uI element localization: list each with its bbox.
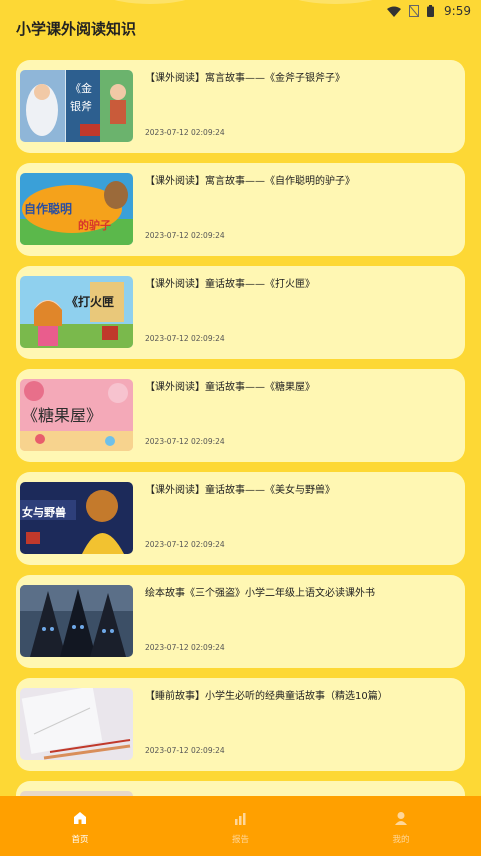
wifi-icon (387, 6, 402, 17)
svg-text:《金: 《金 (70, 81, 92, 95)
page-title: 小学课外阅读知识 (16, 20, 137, 38)
article-title: 【课外阅读】童话故事——《打火匣》 (145, 279, 315, 290)
article-thumbnail (20, 585, 133, 657)
article-title: 【课外阅读】寓言故事——《自作聪明的驴子》 (145, 176, 355, 187)
svg-text:的驴子: 的驴子 (78, 218, 111, 232)
tab-report[interactable]: 报告 (161, 796, 321, 856)
article-thumbnail: 女与野兽 (20, 482, 133, 554)
svg-text:《糖果屋》: 《糖果屋》 (22, 406, 102, 425)
article-date: 2023-07-12 02:09:24 (145, 643, 225, 652)
article-title: 绘本故事《三个强盗》小学二年级上语文必读课外书 (145, 588, 375, 599)
article-card[interactable]: 【睡前故事】小学生必听的经典童话故事（精选10篇） 2023-07-12 02:… (16, 678, 465, 771)
article-date: 2023-07-12 02:09:24 (145, 231, 225, 240)
user-icon (394, 810, 408, 829)
article-title: 【课外阅读】童话故事——《美女与野兽》 (145, 485, 335, 496)
article-thumbnail: 《糖果屋》 (20, 379, 133, 451)
article-date: 2023-07-12 02:09:24 (145, 437, 225, 446)
svg-text:《打火匣: 《打火匣 (66, 294, 114, 309)
chart-icon (234, 810, 248, 829)
status-time: 9:59 (444, 4, 471, 18)
tab-label: 我的 (392, 835, 410, 845)
signal-off-icon (409, 5, 420, 17)
article-list: 《金 银斧 【课外阅读】寓言故事——《金斧子银斧子》 2023-07-12 02… (16, 60, 465, 856)
article-card[interactable]: 自作聪明 的驴子 【课外阅读】寓言故事——《自作聪明的驴子》 2023-07-1… (16, 163, 465, 256)
article-thumbnail: 自作聪明 的驴子 (20, 173, 133, 245)
article-card[interactable]: 《金 银斧 【课外阅读】寓言故事——《金斧子银斧子》 2023-07-12 02… (16, 60, 465, 153)
article-date: 2023-07-12 02:09:24 (145, 334, 225, 343)
article-card[interactable]: 《打火匣 【课外阅读】童话故事——《打火匣》 2023-07-12 02:09:… (16, 266, 465, 359)
article-thumbnail (20, 688, 133, 760)
article-date: 2023-07-12 02:09:24 (145, 128, 225, 137)
battery-icon (427, 5, 435, 17)
article-title: 【课外阅读】寓言故事——《金斧子银斧子》 (145, 73, 345, 84)
tab-home[interactable]: 首页 (0, 796, 160, 856)
article-date: 2023-07-12 02:09:24 (145, 746, 225, 755)
article-date: 2023-07-12 02:09:24 (145, 540, 225, 549)
tab-label: 首页 (71, 835, 89, 845)
bottom-tab-bar: 首页 报告 我的 (0, 796, 481, 856)
article-card[interactable]: 女与野兽 【课外阅读】童话故事——《美女与野兽》 2023-07-12 02:0… (16, 472, 465, 565)
tab-profile[interactable]: 我的 (321, 796, 481, 856)
article-thumbnail: 《打火匣 (20, 276, 133, 348)
article-card[interactable]: 绘本故事《三个强盗》小学二年级上语文必读课外书 2023-07-12 02:09… (16, 575, 465, 668)
home-icon (73, 810, 87, 829)
article-thumbnail: 《金 银斧 (20, 70, 133, 142)
svg-text:银斧: 银斧 (70, 99, 92, 113)
tab-label: 报告 (231, 835, 249, 845)
svg-text:女与野兽: 女与野兽 (22, 505, 66, 519)
article-title: 【睡前故事】小学生必听的经典童话故事（精选10篇） (145, 691, 388, 702)
article-title: 【课外阅读】童话故事——《糖果屋》 (145, 382, 315, 393)
svg-text:自作聪明: 自作聪明 (24, 201, 72, 216)
article-card[interactable]: 《糖果屋》 【课外阅读】童话故事——《糖果屋》 2023-07-12 02:09… (16, 369, 465, 462)
